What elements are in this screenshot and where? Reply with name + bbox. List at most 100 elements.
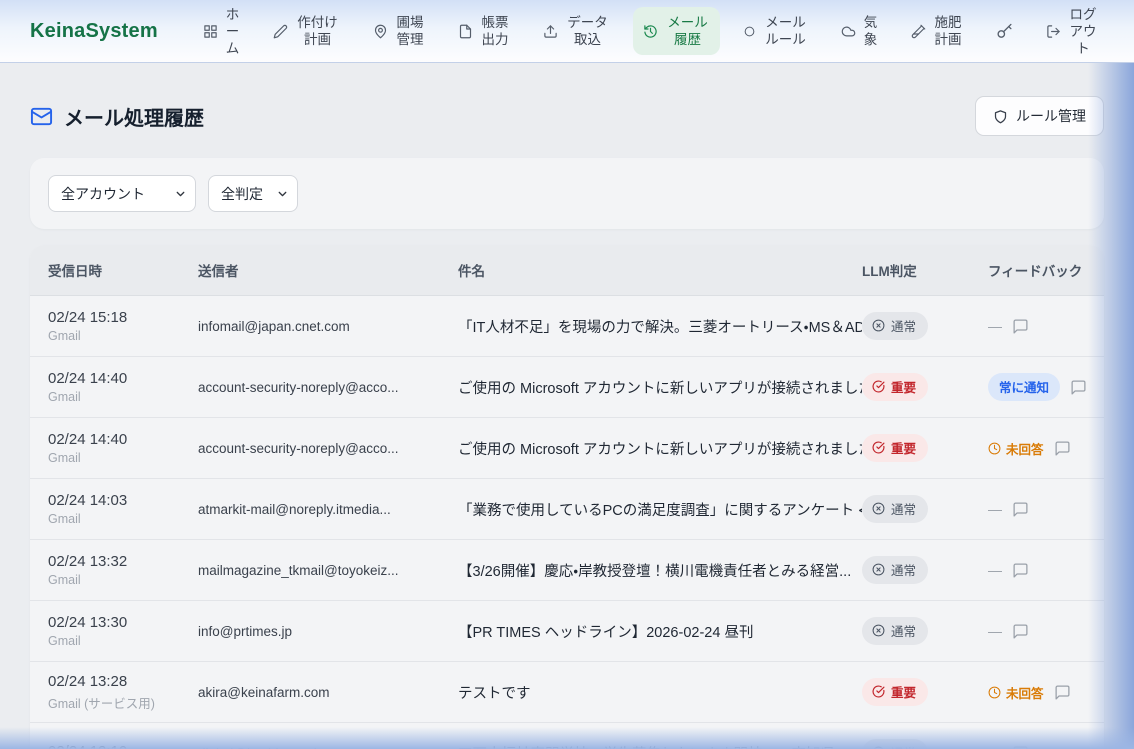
map-pin-icon [373, 24, 388, 39]
table-row[interactable]: 02/24 14:40 Gmail account-security-norep… [30, 357, 1104, 418]
feedback-cell: — [988, 501, 1086, 518]
received-datetime: 02/24 14:40 [48, 431, 198, 448]
feedback-cell: 未回答 [988, 683, 1086, 702]
nav-item-メールルール[interactable]: メールルール [733, 7, 818, 55]
sender-address: akira@keinafarm.com [198, 685, 458, 700]
judgement-filter-select[interactable]: 全判定 [208, 175, 298, 212]
sender-address: mailmagazine_tkmail@toyokeiz... [198, 563, 458, 578]
llm-judgement-badge: 通常 [862, 556, 928, 584]
flask-icon [911, 24, 926, 39]
sender-address: digital@kochinews.jp [198, 746, 458, 749]
nav-item-気象[interactable]: 気象 [831, 7, 888, 55]
llm-judgement-badge: 通常 [862, 617, 928, 645]
nav-item-作付け計画[interactable]: 作付け計画 [263, 7, 350, 55]
received-datetime: 02/24 13:30 [48, 614, 198, 631]
feedback-none-dash: — [988, 562, 1002, 578]
app-logo[interactable]: KeinaSystem [30, 20, 158, 43]
table-row[interactable]: 02/24 14:03 Gmail atmarkit-mail@noreply.… [30, 479, 1104, 540]
received-datetime: 02/24 12:10 [48, 743, 198, 749]
account-label: Gmail [48, 451, 198, 465]
nav-item-施肥計画[interactable]: 施肥計画 [901, 7, 973, 55]
received-datetime: 02/24 13:28 [48, 673, 198, 690]
comment-icon[interactable] [1054, 440, 1071, 457]
history-icon [643, 24, 658, 39]
circle-x-icon [872, 502, 885, 515]
feedback-always-notify-badge: 常に通知 [988, 373, 1060, 401]
comment-icon[interactable] [1070, 379, 1087, 396]
mail-icon [30, 105, 53, 128]
sender-address: infomail@japan.cnet.com [198, 319, 458, 334]
logout-icon [1046, 24, 1061, 39]
mail-subject: 【3/26開催】慶応・岸教授登壇！横川電機責任者とみる経営... [458, 560, 862, 581]
mail-subject: 四万十福祉専門学校 学生募集しないまま閉校へ 高知県... [458, 743, 862, 749]
table-row[interactable]: 02/24 14:40 Gmail account-security-norep… [30, 418, 1104, 479]
rule-icon [743, 25, 756, 38]
received-datetime: 02/24 13:32 [48, 553, 198, 570]
circle-x-icon [872, 319, 885, 332]
account-label: Gmail [48, 390, 198, 404]
main-nav: ホーム 作付け計画 圃場管理 帳票出力 データ取込 メール履歴 メールルール 気… [193, 0, 1108, 64]
feedback-none-dash: — [988, 501, 1002, 517]
home-icon [203, 24, 218, 39]
account-label: Gmail [48, 573, 198, 587]
feedback-cell: 未回答 [988, 439, 1086, 458]
sender-address: account-security-noreply@acco... [198, 441, 458, 456]
llm-judgement-badge: 通常 [862, 495, 928, 523]
sender-address: info@prtimes.jp [198, 624, 458, 639]
comment-icon[interactable] [1012, 745, 1029, 749]
shield-icon [993, 109, 1008, 124]
check-circle-icon [872, 380, 885, 393]
feedback-cell: — [988, 745, 1086, 749]
table-row[interactable]: 02/24 13:28 Gmail (サービス用) akira@keinafar… [30, 662, 1104, 723]
nav-item-ホーム[interactable]: ホーム [193, 0, 250, 64]
nav-item-ログアウト[interactable]: ログアウト [1036, 0, 1108, 64]
page-title: メール処理履歴 [30, 102, 204, 131]
account-filter-select[interactable]: 全アカウント [48, 175, 196, 212]
feedback-unanswered-label: 未回答 [988, 439, 1044, 458]
feedback-cell: — [988, 562, 1086, 579]
table-row[interactable]: 02/24 13:32 Gmail mailmagazine_tkmail@to… [30, 540, 1104, 601]
page-header: メール処理履歴 ルール管理 [30, 96, 1104, 136]
received-datetime: 02/24 14:40 [48, 370, 198, 387]
key-icon [996, 23, 1013, 40]
table-header-row: 受信日時 送信者 件名 LLM判定 フィードバック [30, 245, 1104, 296]
comment-icon[interactable] [1012, 318, 1029, 335]
nav-item-圃場管理[interactable]: 圃場管理 [363, 7, 435, 55]
nav-item-key[interactable] [986, 16, 1023, 47]
received-datetime: 02/24 14:03 [48, 492, 198, 509]
nav-item-メール履歴[interactable]: メール履歴 [633, 7, 720, 55]
mail-subject: ご使用の Microsoft アカウントに新しいアプリが接続されました [458, 377, 862, 398]
check-circle-icon [872, 685, 885, 698]
llm-judgement-badge: 重要 [862, 678, 928, 706]
column-header-sender: 送信者 [198, 260, 458, 280]
comment-icon[interactable] [1012, 623, 1029, 640]
pencil-icon [273, 24, 288, 39]
rule-management-label: ルール管理 [1016, 106, 1086, 126]
nav-item-帳票出力[interactable]: 帳票出力 [448, 7, 520, 55]
feedback-cell: 常に通知 [988, 373, 1087, 401]
nav-item-データ取込[interactable]: データ取込 [533, 7, 620, 55]
sender-address: atmarkit-mail@noreply.itmedia... [198, 502, 458, 517]
mail-subject: 【PR TIMES ヘッドライン】2026-02-24 昼刊 [458, 621, 862, 642]
page-title-text: メール処理履歴 [64, 102, 204, 131]
column-header-llm-judgement: LLM判定 [862, 260, 988, 280]
feedback-none-dash: — [988, 318, 1002, 334]
table-row[interactable]: 02/24 12:10 digital@kochinews.jp 四万十福祉専門… [30, 723, 1104, 749]
sender-address: account-security-noreply@acco... [198, 380, 458, 395]
account-label: Gmail [48, 512, 198, 526]
comment-icon[interactable] [1054, 684, 1071, 701]
llm-judgement-badge: 重要 [862, 434, 928, 462]
mail-history-table: 受信日時 送信者 件名 LLM判定 フィードバック 02/24 15:18 Gm… [30, 245, 1104, 749]
column-header-feedback: フィードバック [988, 260, 1086, 280]
circle-x-icon [872, 563, 885, 576]
rule-management-button[interactable]: ルール管理 [975, 96, 1104, 136]
feedback-cell: — [988, 318, 1086, 335]
table-row[interactable]: 02/24 13:30 Gmail info@prtimes.jp 【PR TI… [30, 601, 1104, 662]
upload-icon [543, 24, 558, 39]
clock-icon [988, 686, 1001, 699]
comment-icon[interactable] [1012, 501, 1029, 518]
main-content: メール処理履歴 ルール管理 全アカウント 全判定 [0, 96, 1134, 749]
comment-icon[interactable] [1012, 562, 1029, 579]
table-row[interactable]: 02/24 15:18 Gmail infomail@japan.cnet.co… [30, 296, 1104, 357]
top-navigation-bar: KeinaSystem ホーム 作付け計画 圃場管理 帳票出力 データ取込 メー… [0, 0, 1134, 63]
